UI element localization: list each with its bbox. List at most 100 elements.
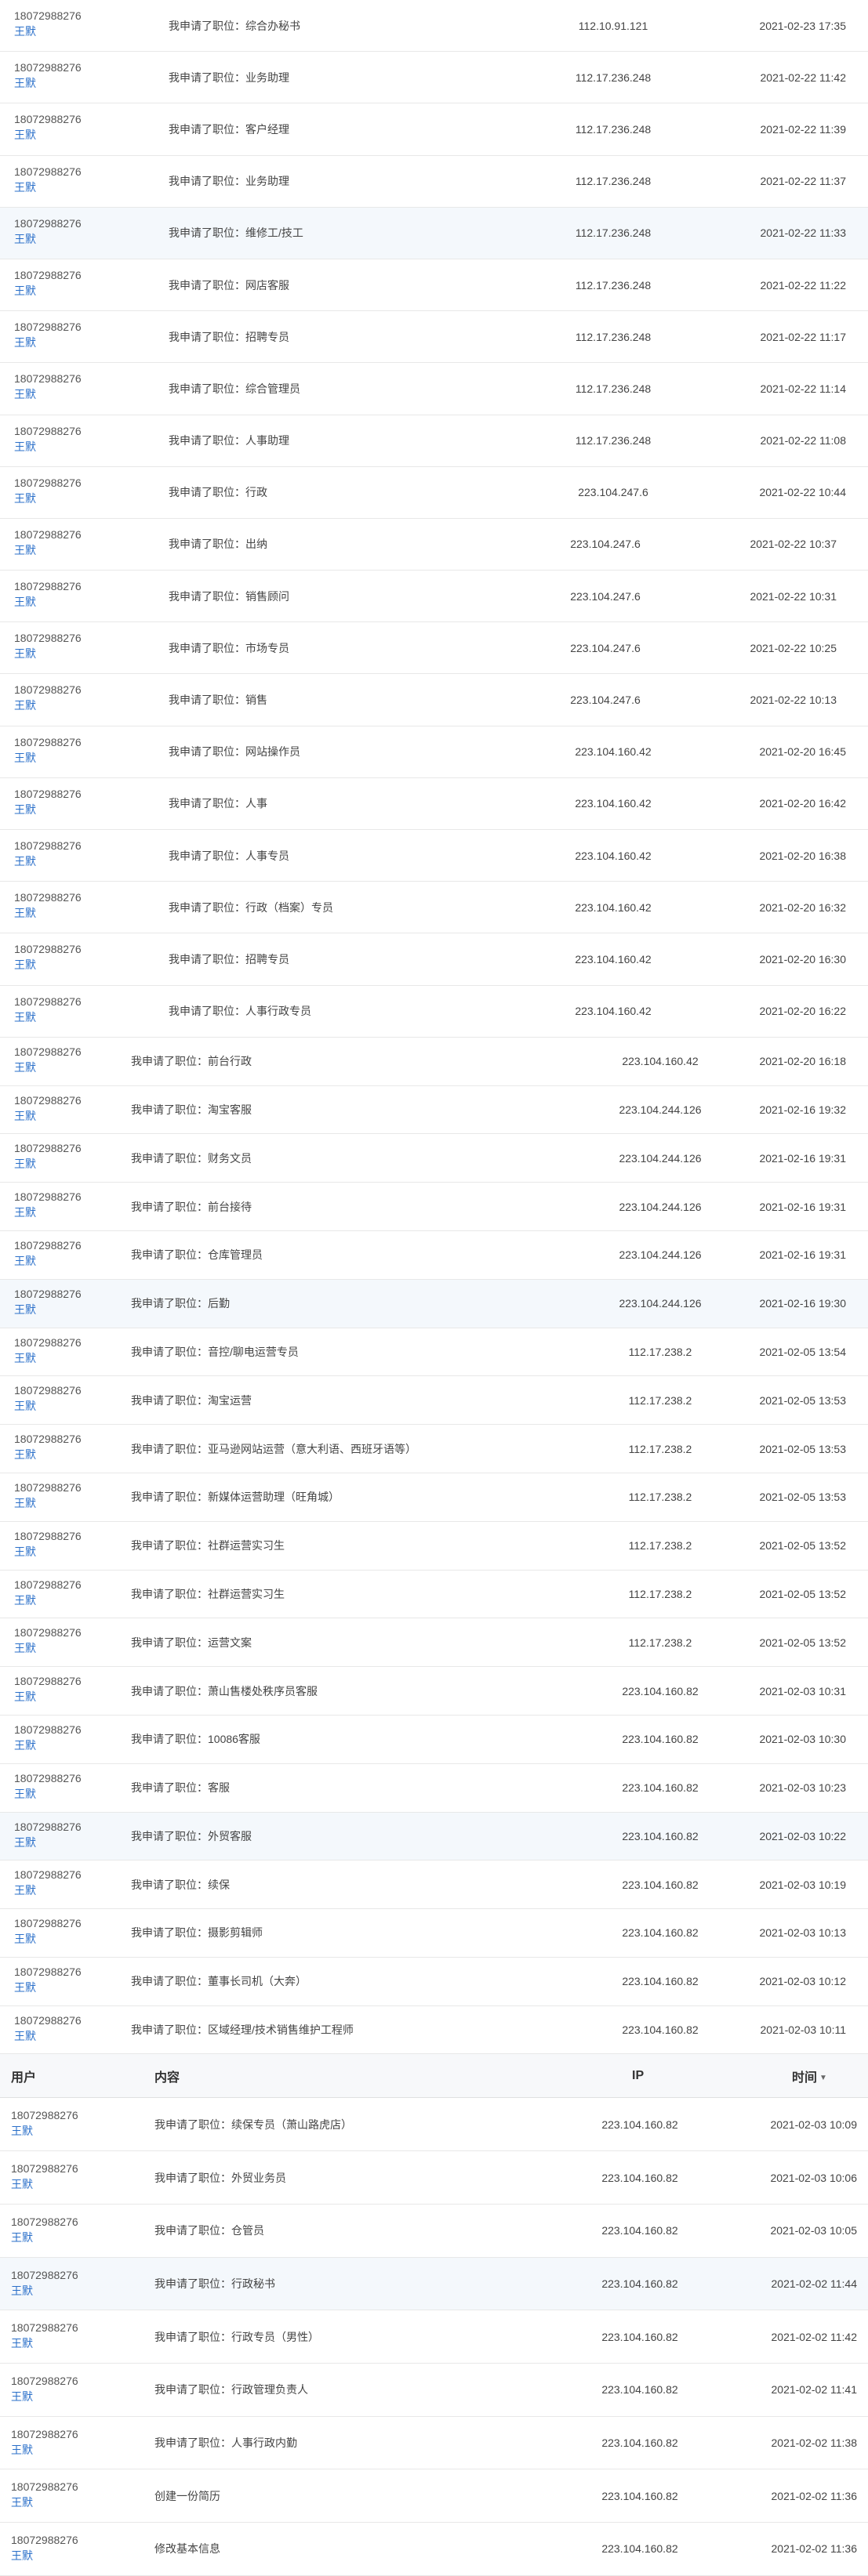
- user-name-link[interactable]: 王默: [14, 1108, 82, 1124]
- user-name-link[interactable]: 王默: [14, 1156, 82, 1172]
- user-name-link[interactable]: 王默: [14, 1737, 82, 1753]
- user-name-link[interactable]: 王默: [14, 905, 82, 921]
- header-time-label[interactable]: 时间: [792, 2071, 817, 2085]
- table-row: 18072988276 王默 我申请了职位：董事长司机（大奔） 223.104.160…: [0, 1958, 868, 2006]
- time-cell: 2021-02-05 13:53: [759, 1393, 846, 1407]
- time-cell: 2021-02-02 11:44: [771, 2277, 858, 2290]
- user-name-link[interactable]: 王默: [14, 439, 82, 455]
- user-name-link[interactable]: 王默: [14, 1835, 82, 1850]
- user-name-link[interactable]: 王默: [14, 1398, 82, 1414]
- time-cell: 2021-02-03 10:19: [759, 1878, 846, 1891]
- user-name-link[interactable]: 王默: [14, 1882, 82, 1898]
- time-cell: 2021-02-03 10:06: [770, 2171, 857, 2184]
- user-name-link[interactable]: 王默: [14, 75, 82, 91]
- ip-cell: 112.17.238.2: [628, 1442, 692, 1455]
- sort-desc-icon[interactable]: ▼: [819, 2074, 827, 2082]
- user-name-link[interactable]: 王默: [14, 1302, 82, 1317]
- user-name-link[interactable]: 王默: [14, 1786, 82, 1802]
- content-cell: 创建一份简历: [154, 2489, 220, 2502]
- time-cell: 2021-02-22 11:08: [760, 434, 847, 447]
- user-name-link[interactable]: 王默: [11, 2494, 78, 2510]
- user-name-link[interactable]: 王默: [14, 1495, 82, 1511]
- user-cell: 18072988276 王默: [14, 630, 82, 661]
- table-row: 18072988276 王默 我申请了职位：区域经理/技术销售维护工程师 223.10…: [0, 2006, 868, 2055]
- ip-cell: 112.17.236.248: [575, 122, 652, 136]
- user-name-link[interactable]: 王默: [14, 1253, 82, 1269]
- table-row: 18072988276 王默 我申请了职位：前台行政 223.104.160.42 20…: [0, 1038, 868, 1086]
- user-name-link[interactable]: 王默: [14, 542, 82, 558]
- user-name-link[interactable]: 王默: [14, 179, 82, 195]
- user-name-link[interactable]: 王默: [14, 697, 82, 713]
- header-time[interactable]: 时间 ▼: [792, 2067, 827, 2085]
- user-cell: 18072988276 王默: [14, 1382, 82, 1414]
- user-name-link[interactable]: 王默: [11, 2283, 78, 2299]
- time-cell: 2021-02-05 13:53: [759, 1442, 846, 1455]
- user-name-link[interactable]: 王默: [14, 1544, 82, 1560]
- user-name-link[interactable]: 王默: [11, 2123, 78, 2139]
- table-row: 18072988276 王默 我申请了职位：行政（档案）专员 223.104.160.…: [0, 882, 868, 934]
- time-cell: 2021-02-22 10:44: [759, 486, 846, 499]
- user-phone: 18072988276: [14, 61, 82, 74]
- user-name-link[interactable]: 王默: [11, 2335, 78, 2351]
- user-cell: 18072988276 王默: [14, 1722, 82, 1753]
- user-name-link[interactable]: 王默: [14, 594, 82, 610]
- ip-cell: 223.104.160.82: [601, 2224, 678, 2237]
- user-name-link[interactable]: 王默: [14, 1060, 82, 1075]
- user-phone: 18072988276: [14, 1238, 82, 1252]
- user-name-link[interactable]: 王默: [14, 24, 82, 39]
- user-name-link[interactable]: 王默: [11, 2176, 78, 2192]
- time-cell: 2021-02-22 10:31: [750, 589, 837, 603]
- user-name-link[interactable]: 王默: [14, 386, 82, 402]
- ip-cell: 223.104.160.82: [622, 1781, 699, 1795]
- time-cell: 2021-02-03 10:09: [770, 2118, 857, 2131]
- ip-cell: 223.104.160.82: [622, 1878, 699, 1891]
- user-cell: 18072988276 王默: [11, 2214, 78, 2245]
- content-cell: 我申请了职位：外贸业务员: [154, 2171, 286, 2184]
- user-name-link[interactable]: 王默: [14, 1592, 82, 1608]
- ip-cell: 112.17.236.248: [575, 382, 652, 395]
- user-name-link[interactable]: 王默: [14, 1640, 82, 1656]
- ip-cell: 112.17.236.248: [575, 330, 652, 343]
- table-row: 18072988276 王默 我申请了职位：人事助理 112.17.236.248 20…: [0, 415, 868, 467]
- user-name-link[interactable]: 王默: [14, 853, 82, 869]
- user-cell: 18072988276 王默: [14, 1770, 82, 1802]
- ip-cell: 112.17.238.2: [628, 1587, 692, 1600]
- user-name-link[interactable]: 王默: [14, 335, 82, 350]
- user-phone: 18072988276: [11, 2162, 78, 2176]
- user-name-link[interactable]: 王默: [14, 1931, 82, 1947]
- user-name-link[interactable]: 王默: [14, 750, 82, 766]
- content-cell: 我申请了职位：仓库管理员: [131, 1248, 263, 1262]
- ip-cell: 223.104.244.126: [619, 1297, 702, 1310]
- user-name-link[interactable]: 王默: [14, 491, 82, 506]
- user-name-link[interactable]: 王默: [14, 957, 82, 973]
- user-cell: 18072988276 王默: [14, 423, 82, 455]
- user-name-link[interactable]: 王默: [11, 2389, 78, 2404]
- table-row: 18072988276 王默 我申请了职位：人事行政内勤 223.104.160.82…: [0, 2417, 868, 2470]
- user-name-link[interactable]: 王默: [14, 1205, 82, 1220]
- user-name-link[interactable]: 王默: [14, 1689, 82, 1705]
- time-cell: 2021-02-20 16:42: [759, 797, 846, 810]
- user-name-link[interactable]: 王默: [14, 127, 82, 143]
- ip-cell: 112.17.236.248: [575, 175, 652, 188]
- user-name-link[interactable]: 王默: [11, 2230, 78, 2245]
- user-name-link[interactable]: 王默: [14, 2028, 82, 2044]
- table-row: 18072988276 王默 我申请了职位：10086客服 223.104.160.8…: [0, 1716, 868, 1764]
- content-cell: 我申请了职位：人事行政内勤: [154, 2436, 297, 2449]
- user-name-link[interactable]: 王默: [11, 2442, 78, 2458]
- table-row: 18072988276 王默 我申请了职位：网店客服 112.17.236.248 20…: [0, 259, 868, 312]
- user-phone: 18072988276: [14, 1529, 82, 1542]
- user-name-link[interactable]: 王默: [14, 646, 82, 661]
- user-name-link[interactable]: 王默: [14, 1009, 82, 1025]
- table-row: 18072988276 王默 我申请了职位：综合管理员 112.17.236.248 2…: [0, 363, 868, 415]
- user-name-link[interactable]: 王默: [14, 283, 82, 299]
- user-name-link[interactable]: 王默: [14, 1350, 82, 1366]
- time-cell: 2021-02-16 19:31: [759, 1200, 846, 1213]
- user-name-link[interactable]: 王默: [14, 231, 82, 247]
- user-name-link[interactable]: 王默: [14, 802, 82, 817]
- user-name-link[interactable]: 王默: [14, 1980, 82, 1995]
- user-name-link[interactable]: 王默: [11, 2548, 78, 2563]
- table-row: 18072988276 王默 我申请了职位：网站操作员 223.104.160.42 2…: [0, 726, 868, 778]
- user-name-link[interactable]: 王默: [14, 1447, 82, 1462]
- user-cell: 18072988276 王默: [14, 1237, 82, 1269]
- user-phone: 18072988276: [14, 1965, 82, 1978]
